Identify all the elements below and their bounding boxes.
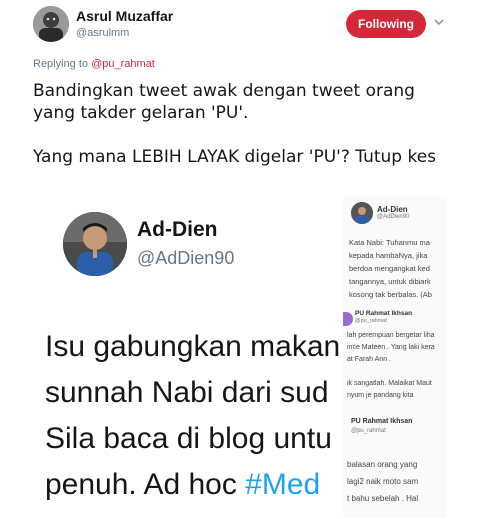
profile-name: Ad-Dien bbox=[377, 205, 408, 214]
screenshot-text-line: ik sangatlah. Malaikat Maut bbox=[347, 380, 432, 387]
screenshot-text-line: kepada hambaNya, jika bbox=[349, 251, 428, 260]
screenshot-text-line: lah perempuan bergetar liha bbox=[347, 332, 435, 339]
chevron-down-icon[interactable] bbox=[432, 16, 446, 30]
profile-handle: @pu_rahmat bbox=[355, 318, 387, 324]
screenshot-right-panel: Ad-Dien @AdDien90 Kata Nabi: Tuhanmu ma … bbox=[343, 196, 447, 518]
screenshot-tweet-block: PU Rahmat Ikhsan @pu_rahmat lah perempua… bbox=[343, 308, 447, 399]
screenshot-text-line: lagi2 naik moto sam bbox=[347, 477, 419, 486]
screenshot-tweet-block: PU Rahmat Ikhsan @pu_rahmat balasan oran… bbox=[343, 416, 447, 516]
screenshot-text-span: penuh. Ad hoc bbox=[45, 468, 246, 501]
hashtag-link: #Med bbox=[245, 468, 321, 501]
profile-avatar bbox=[351, 202, 373, 224]
profile-name: PU Rahmat Ikhsan bbox=[351, 418, 413, 425]
screenshot-text-line: Sila baca di blog untu bbox=[45, 422, 332, 455]
replying-to: Replying to @pu_rahmat bbox=[33, 58, 155, 70]
tweet-header: Asrul Muzaffar @asrulmm Following bbox=[0, 0, 480, 52]
screenshot-text-line: t bahu sebelah . Hal bbox=[347, 494, 419, 503]
screenshot-text-line bbox=[347, 366, 435, 378]
screenshot-text-line: sunnah Nabi dari sud bbox=[45, 376, 329, 409]
screenshot-text-line: tangannya, untuk dibiark bbox=[349, 277, 431, 286]
screenshot-text: Kata Nabi: Tuhanmu ma kepada hambaNya, j… bbox=[349, 236, 447, 301]
profile-handle: @AdDien90 bbox=[377, 214, 410, 220]
screenshot-text-line: at Farah Ann . bbox=[347, 356, 391, 363]
screenshot-text: lah perempuan bergetar liha ince Mateen … bbox=[347, 330, 435, 402]
screenshot-text-line: berdoa mengangkat ked bbox=[349, 264, 430, 273]
replying-prefix: Replying to bbox=[33, 58, 89, 70]
tweet-text: Bandingkan tweet awak dengan tweet orang… bbox=[33, 80, 453, 190]
author-avatar[interactable] bbox=[33, 6, 69, 42]
profile-name: PU Rahmat Ikhsan bbox=[355, 310, 413, 317]
screenshot-text: Isu gabungkan makan sunnah Nabi dari sud… bbox=[45, 324, 343, 508]
profile-handle: @pu_rahmat bbox=[351, 428, 386, 434]
tweet-media-image[interactable]: Ad-Dien @AdDien90 Isu gabungkan makan su… bbox=[33, 196, 447, 518]
screenshot-text-line: balasan orang yang bbox=[347, 460, 418, 469]
screenshot-text-line: ince Mateen . Yang laki kera bbox=[347, 344, 435, 351]
profile-avatar bbox=[63, 212, 127, 276]
screenshot-text-line: Isu gabungkan makan bbox=[45, 330, 341, 363]
author-name[interactable]: Asrul Muzaffar bbox=[76, 8, 173, 24]
screenshot-text: balasan orang yang lagi2 naik moto sam t… bbox=[347, 456, 418, 507]
profile-name: Ad-Dien bbox=[137, 218, 218, 241]
tweet-paragraph: Bandingkan tweet awak dengan tweet orang… bbox=[33, 81, 415, 123]
screenshot-text-line: kosong tak berbalas. (Ab bbox=[349, 290, 432, 299]
screenshot-text-line: Kata Nabi: Tuhanmu ma bbox=[349, 238, 430, 247]
screenshot-left-panel: Ad-Dien @AdDien90 Isu gabungkan makan su… bbox=[33, 196, 343, 518]
screenshot-text-line: penuh. Ad hoc #Med bbox=[45, 462, 343, 508]
author-handle[interactable]: @asrulmm bbox=[76, 27, 129, 39]
profile-handle: @AdDien90 bbox=[137, 248, 235, 268]
tweet-paragraph: Yang mana LEBIH LAYAK digelar 'PU'? Tutu… bbox=[33, 147, 437, 167]
profile-avatar bbox=[343, 312, 353, 326]
replying-target-link[interactable]: @pu_rahmat bbox=[91, 58, 155, 70]
screenshot-text-line: nyum je pandang kita bbox=[347, 392, 414, 399]
following-button[interactable]: Following bbox=[346, 10, 426, 38]
